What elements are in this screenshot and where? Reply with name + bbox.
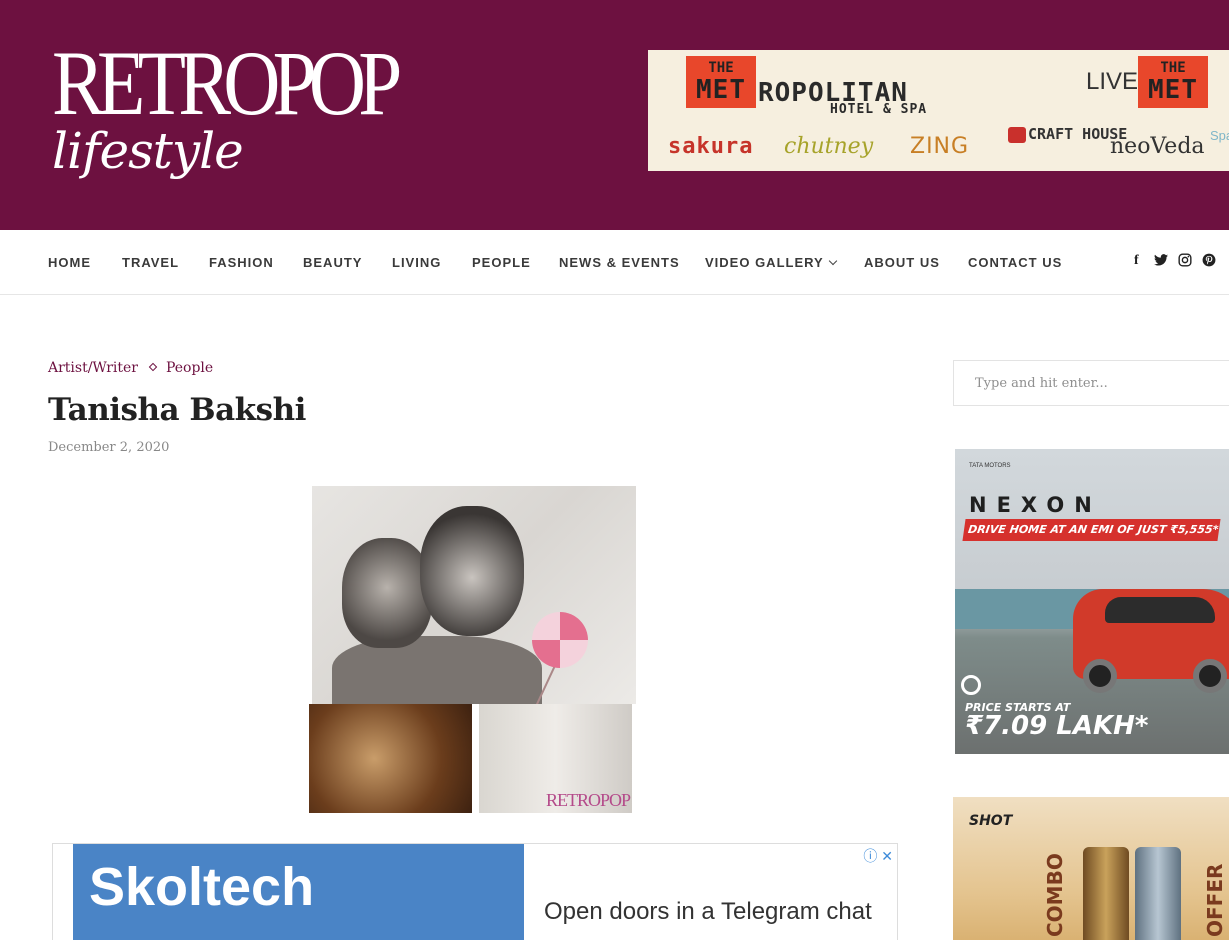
brand-zing: ZING	[910, 134, 970, 159]
brand-g-icon	[961, 675, 981, 695]
sketch-girl-face	[420, 506, 524, 636]
pinterest-glyph	[1202, 253, 1216, 267]
artwork-mother-child-sketch: RETROPOP	[479, 704, 632, 813]
pinwheel-icon	[532, 612, 588, 668]
main-nav: HOME TRAVEL FASHION BEAUTY LIVING PEOPLE…	[0, 230, 1229, 295]
sketch-shawl-shape	[332, 636, 542, 704]
combo-text: COMBO	[1043, 853, 1067, 937]
search-input[interactable]	[953, 360, 1229, 406]
diamond-separator-icon	[148, 362, 158, 372]
artwork-children-pencil-sketch	[312, 486, 636, 704]
car-window-shape	[1105, 597, 1215, 623]
nav-contact-us[interactable]: CONTACT US	[968, 255, 1062, 270]
hotel-subtitle: HOTEL & SPA	[830, 102, 928, 117]
nav-home[interactable]: HOME	[48, 255, 91, 270]
live-text: LIVE	[1086, 68, 1139, 95]
skoltech-ad-title: Skoltech	[89, 857, 315, 917]
instagram-glyph	[1178, 253, 1192, 267]
artwork-collage[interactable]: RETROPOP	[309, 486, 639, 813]
skoltech-ad[interactable]: Skoltech Open doors in a Telegram chat ⓘ…	[52, 843, 898, 940]
site-logo[interactable]: RETROPOP lifestyle	[52, 32, 450, 178]
nexon-emi-strip: DRIVE HOME AT AN EMI OF JUST ₹5,555*	[962, 519, 1221, 541]
category-people[interactable]: People	[166, 360, 213, 376]
nav-video-gallery-label: VIDEO GALLERY	[705, 255, 824, 270]
twitter-icon[interactable]	[1154, 253, 1168, 269]
met-met-text-repeat: MET	[1148, 75, 1198, 105]
logo-wordmark: RETROPOP	[52, 32, 402, 134]
artwork-children-painting	[309, 704, 472, 813]
nexon-price: ₹7.09 LAKH*	[965, 711, 1149, 741]
sketch-child-face	[342, 538, 432, 648]
met-met-text: MET	[696, 75, 746, 105]
nav-about-us[interactable]: ABOUT US	[864, 255, 940, 270]
nav-fashion[interactable]: FASHION	[209, 255, 274, 270]
met-logo: THE MET	[686, 56, 756, 108]
nexon-ad[interactable]: TATA MOTORS NEXON DRIVE HOME AT AN EMI O…	[955, 449, 1229, 754]
brand-sakura: sakura	[668, 134, 754, 159]
skoltech-ad-text: Open doors in a Telegram chat	[544, 898, 872, 925]
category-artist-writer[interactable]: Artist/Writer	[48, 360, 138, 376]
chevron-down-icon	[828, 256, 837, 266]
perfume-bottle-gold	[1083, 847, 1129, 940]
instagram-icon[interactable]	[1178, 253, 1192, 270]
brand-neoveda: neoVeda	[1110, 134, 1205, 159]
image-watermark: RETROPOP	[545, 790, 631, 810]
twitter-bird-glyph	[1154, 254, 1168, 266]
shot-perfume-ad[interactable]: SHOT COMBO OFFER	[953, 797, 1229, 940]
nav-living[interactable]: LIVING	[392, 255, 441, 270]
met-the-text-repeat: THE	[1160, 60, 1186, 76]
brand-chutney: chutney	[784, 134, 874, 159]
nav-travel[interactable]: TRAVEL	[122, 255, 179, 270]
skoltech-ad-panel: Skoltech	[73, 844, 524, 940]
nexon-ad-title: NEXON	[969, 493, 1102, 517]
brand-spa: Spa	[1210, 128, 1229, 143]
nav-news-events[interactable]: NEWS & EVENTS	[559, 255, 680, 270]
offer-text: OFFER	[1203, 863, 1227, 937]
facebook-icon[interactable]: f	[1134, 253, 1139, 269]
nav-beauty[interactable]: BEAUTY	[303, 255, 362, 270]
ad-choices-icon[interactable]: ⓘ ✕	[863, 846, 893, 866]
hotel-ad-banner[interactable]: THE MET ROPOLITAN HOTEL & SPA LIVE THE M…	[648, 50, 1229, 171]
car-wheel-front	[1083, 659, 1117, 693]
tata-motors-logo: TATA MOTORS	[969, 463, 1011, 469]
elephant-icon	[1008, 126, 1026, 143]
nav-video-gallery[interactable]: VIDEO GALLERY	[705, 255, 837, 270]
met-logo-repeat: THE MET	[1138, 56, 1208, 108]
perfume-bottle-silver	[1135, 847, 1181, 940]
post-date: December 2, 2020	[48, 440, 170, 455]
met-the-text: THE	[708, 60, 734, 76]
post-categories: Artist/Writer People	[48, 360, 213, 376]
car-wheel-rear	[1193, 659, 1227, 693]
nav-people[interactable]: PEOPLE	[472, 255, 531, 270]
post-title: Tanisha Bakshi	[48, 392, 306, 428]
site-header: RETROPOP lifestyle THE MET ROPOLITAN HOT…	[0, 0, 1229, 230]
pinterest-icon[interactable]	[1202, 253, 1216, 270]
shot-logo: SHOT	[969, 813, 1013, 829]
